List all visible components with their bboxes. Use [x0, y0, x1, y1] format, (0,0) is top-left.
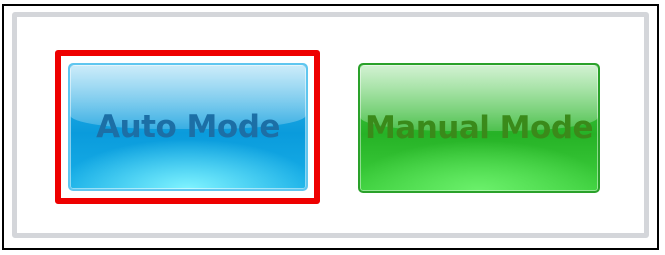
auto-mode-button[interactable]: Auto Mode	[68, 63, 308, 191]
manual-mode-button[interactable]: Manual Mode	[358, 63, 600, 193]
manual-mode-label: Manual Mode	[364, 110, 594, 146]
auto-mode-label: Auto Mode	[96, 109, 280, 145]
